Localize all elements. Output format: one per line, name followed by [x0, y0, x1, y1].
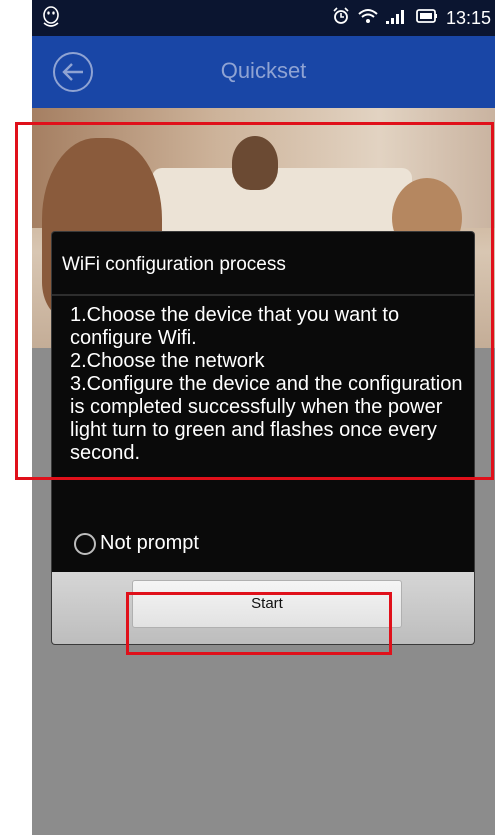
- signal-icon: [385, 8, 408, 29]
- phone-screen: 13:15 Quickset WiFi configuration proces…: [32, 0, 495, 835]
- step-2-text: 2.Choose the network: [70, 350, 265, 372]
- start-button[interactable]: Start: [132, 580, 402, 628]
- dialog-title: WiFi configuration process: [62, 254, 286, 275]
- dialog-instructions: 1.Choose the device that you want to con…: [70, 304, 466, 465]
- not-prompt-label: Not prompt: [100, 532, 199, 554]
- wifi-config-dialog: WiFi configuration process 1.Choose the …: [52, 232, 474, 644]
- wifi-icon: [358, 8, 378, 29]
- not-prompt-radio[interactable]: [74, 532, 96, 555]
- status-time: 13:15: [445, 8, 491, 28]
- alarm-icon: [332, 7, 350, 30]
- step-1-text: 1.Choose the device that you want to con…: [70, 304, 400, 349]
- app-bar: Quickset: [32, 36, 495, 108]
- step-3-text: 3.Configure the device and the configura…: [70, 373, 463, 464]
- qq-penguin-icon: [40, 5, 62, 29]
- dialog-button-bar: Start: [52, 572, 474, 644]
- not-prompt-option[interactable]: Not prompt: [74, 532, 199, 555]
- dialog-divider: [52, 294, 474, 296]
- status-bar: 13:15: [32, 0, 495, 36]
- battery-icon: [416, 8, 438, 29]
- page-title: Quickset: [220, 58, 307, 83]
